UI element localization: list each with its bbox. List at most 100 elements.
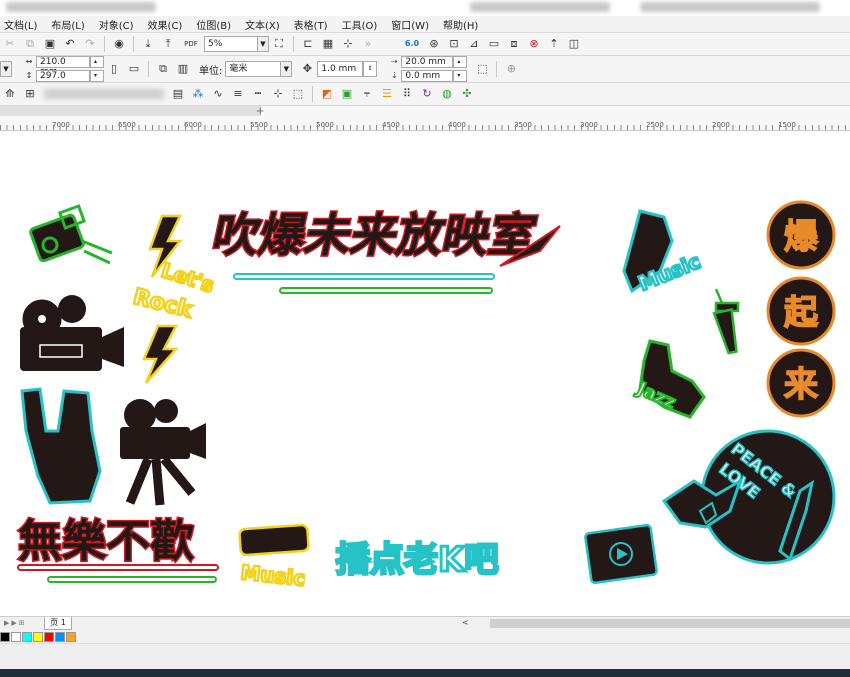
show-guidelines-icon[interactable]: ⊹: [341, 37, 355, 51]
page-tab[interactable]: 页 1: [44, 617, 72, 630]
music-sign-cyan[interactable]: Music: [622, 209, 705, 297]
plugin-icon-a[interactable]: ⟰: [3, 87, 17, 101]
menu-item-text[interactable]: 文本(X): [245, 17, 280, 32]
swatch-cyan[interactable]: [22, 632, 32, 642]
globe-tool-icon[interactable]: ◍: [440, 87, 454, 101]
menu-item-window[interactable]: 窗口(W): [391, 17, 429, 32]
spin-icon[interactable]: ▴: [90, 56, 104, 68]
undo-icon[interactable]: ↶: [63, 37, 77, 51]
swatch-orange[interactable]: [66, 632, 76, 642]
image-tool-icon[interactable]: ▣: [340, 87, 354, 101]
add-icon[interactable]: ⊕: [504, 62, 518, 76]
paper-type-dropdown[interactable]: ▼: [0, 61, 12, 77]
crop-marks-icon[interactable]: ⊹: [271, 87, 285, 101]
duplicate-y-field[interactable]: 0.0 mm: [401, 70, 454, 82]
chevron-down-icon[interactable]: ▼: [0, 61, 12, 77]
all-pages-icon[interactable]: ⧉: [156, 62, 170, 76]
more-icon[interactable]: »: [361, 37, 375, 51]
paste-icon[interactable]: ▣: [43, 37, 57, 51]
rock-hand-sign[interactable]: [20, 387, 102, 505]
plugin-tool-icon-1[interactable]: ⊛: [427, 37, 441, 51]
lines-icon[interactable]: ≡: [231, 87, 245, 101]
swatch-white[interactable]: [11, 632, 21, 642]
film-projector-sign[interactable]: [20, 295, 124, 371]
page-nav-buttons[interactable]: ▶▶⊞: [4, 619, 27, 627]
grid-select-icon[interactable]: ⁂: [191, 87, 205, 101]
units-dropdown[interactable]: 毫米 ▼: [225, 61, 293, 77]
green-boombox-sign[interactable]: [29, 204, 113, 265]
swatch-red[interactable]: [44, 632, 54, 642]
add-tab-icon[interactable]: +: [256, 106, 264, 117]
drawing-canvas[interactable]: 吹爆未来放映室 Let's Rock 無樂不歡 Music 播点老K吧 Musi…: [0, 131, 850, 616]
menu-item-table[interactable]: 表格(T): [294, 17, 328, 32]
spin-icon[interactable]: ⇕: [363, 61, 378, 77]
lets-rock-sign[interactable]: Let's Rock: [129, 214, 218, 384]
spin-icon[interactable]: ▴: [453, 56, 468, 68]
title-neon-text[interactable]: 吹爆未来放映室: [207, 207, 561, 267]
menu-item-object[interactable]: 对象(C): [99, 17, 134, 32]
nudge-distance-field[interactable]: 1.0 mm: [317, 61, 364, 77]
peace-love-sign[interactable]: PEACE & LOVE: [661, 429, 836, 565]
redo-icon[interactable]: ↷: [83, 37, 97, 51]
transform-tool-icon[interactable]: ↻: [420, 87, 434, 101]
menu-item-help[interactable]: 帮助(H): [443, 17, 478, 32]
plugin-tool-icon-6[interactable]: ⊗: [527, 37, 541, 51]
select-icon[interactable]: ⬚: [291, 87, 305, 101]
plugin-tool-icon-5[interactable]: ⧈: [507, 37, 521, 51]
chevron-down-icon[interactable]: ▼: [281, 61, 293, 77]
baoqilai-circles[interactable]: 爆 起 来: [766, 200, 836, 418]
publish-pdf-icon[interactable]: PDF: [181, 37, 201, 51]
spin-icon[interactable]: ▾: [453, 70, 468, 82]
plugin-tool-icon-3[interactable]: ⊿: [467, 37, 481, 51]
film-camera-sign[interactable]: [120, 399, 206, 506]
units-field[interactable]: 毫米: [225, 61, 282, 77]
cut-icon[interactable]: ✂: [3, 37, 17, 51]
plugin-tool-icon-8[interactable]: ◫: [567, 37, 581, 51]
menu-item-bitmaps[interactable]: 位图(B): [196, 17, 231, 32]
zoom-level-dropdown[interactable]: 5% ▼: [204, 36, 269, 52]
export-icon[interactable]: ⤒: [161, 37, 175, 51]
menu-item-effects[interactable]: 效果(C): [148, 17, 183, 32]
corel-connect-icon[interactable]: ◉: [112, 37, 126, 51]
landscape-icon[interactable]: ▭: [127, 62, 141, 76]
menu-item-document[interactable]: 文档(L): [4, 17, 37, 32]
show-rulers-icon[interactable]: ⊏: [301, 37, 315, 51]
wave-icon[interactable]: ∿: [211, 87, 225, 101]
swatch-black[interactable]: [0, 632, 10, 642]
plugin-tool-icon-4[interactable]: ▭: [487, 37, 501, 51]
import-icon[interactable]: ⤓: [141, 37, 155, 51]
page-height-field[interactable]: 297.0 mm: [36, 70, 90, 91]
music-sign-yellow[interactable]: Music: [238, 523, 310, 592]
page-width-field[interactable]: 210.0 mm: [36, 56, 90, 77]
menu-item-layout[interactable]: 布局(L): [51, 17, 84, 32]
portrait-icon[interactable]: ▯: [107, 62, 121, 76]
puzzle-tool-icon[interactable]: ✣: [460, 87, 474, 101]
duplicate-x-field[interactable]: 20.0 mm: [401, 56, 454, 68]
copy-icon[interactable]: ⧉: [23, 37, 37, 51]
table-icon[interactable]: ▤: [171, 87, 185, 101]
video-play-sign[interactable]: [584, 523, 658, 585]
chevron-down-icon[interactable]: ▼: [258, 36, 269, 52]
list-tool-icon[interactable]: ☰: [380, 87, 394, 101]
align-tool-icon[interactable]: ⫧: [360, 87, 374, 101]
current-page-icon[interactable]: ▥: [176, 62, 190, 76]
menu-item-tools[interactable]: 工具(O): [342, 17, 378, 32]
show-grid-icon[interactable]: ▦: [321, 37, 335, 51]
color-tool-icon[interactable]: ◩: [320, 87, 334, 101]
scroll-left-icon[interactable]: <: [462, 618, 469, 627]
plugin-icon-b[interactable]: ⊞: [23, 87, 37, 101]
jazz-sax-sign[interactable]: Jazz: [631, 339, 706, 419]
xcut-plugin-icon[interactable]: 6.0: [403, 37, 421, 51]
plugin-tool-icon-7[interactable]: ⇡: [547, 37, 561, 51]
full-screen-icon[interactable]: ⛶: [272, 37, 286, 51]
horizontal-ruler[interactable]: + 7000 6500 6000 5500 5000 4500 4000 350…: [0, 106, 850, 131]
zoom-level-field[interactable]: 5%: [204, 36, 258, 52]
plugin-tool-icon-2[interactable]: ⊡: [447, 37, 461, 51]
dash-icon[interactable]: ┅: [251, 87, 265, 101]
swatch-yellow[interactable]: [33, 632, 43, 642]
wuyuebuhuan-text[interactable]: 無樂不歡: [17, 515, 196, 569]
bo-dian-text[interactable]: 播点老K吧: [335, 539, 500, 582]
horizontal-scrollbar[interactable]: [490, 619, 850, 628]
matrix-tool-icon[interactable]: ⠿: [400, 87, 414, 101]
treat-as-filled-icon[interactable]: ⬚: [475, 62, 489, 76]
